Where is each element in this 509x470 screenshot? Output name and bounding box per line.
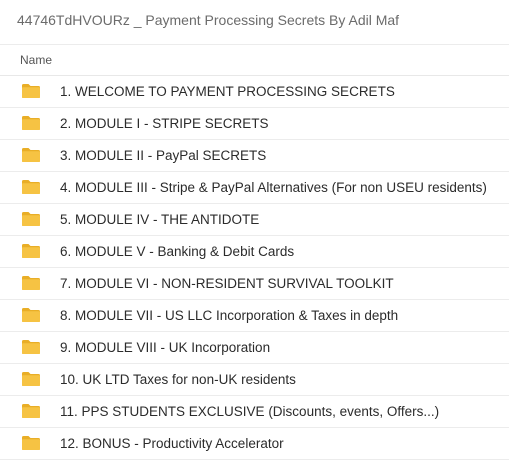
folder-name[interactable]: 3. MODULE II - PayPal SECRETS <box>60 140 266 171</box>
list-item[interactable]: 9. MODULE VIII - UK Incorporation <box>0 332 509 364</box>
list-item[interactable]: 2. MODULE I - STRIPE SECRETS <box>0 108 509 140</box>
folder-name[interactable]: 6. MODULE V - Banking & Debit Cards <box>60 236 294 267</box>
folder-icon <box>21 275 41 291</box>
folder-name[interactable]: 1. WELCOME TO PAYMENT PROCESSING SECRETS <box>60 76 395 107</box>
folder-icon <box>21 243 41 259</box>
list-item[interactable]: 1. WELCOME TO PAYMENT PROCESSING SECRETS <box>0 76 509 108</box>
folder-icon <box>21 307 41 323</box>
folder-icon <box>21 179 41 195</box>
list-item[interactable]: 11. PPS STUDENTS EXCLUSIVE (Discounts, e… <box>0 396 509 428</box>
list-header: Name <box>0 44 509 76</box>
folder-name[interactable]: 11. PPS STUDENTS EXCLUSIVE (Discounts, e… <box>60 396 439 427</box>
folder-icon <box>21 403 41 419</box>
folder-icon <box>21 371 41 387</box>
folder-name[interactable]: 10. UK LTD Taxes for non-UK residents <box>60 364 296 395</box>
column-header-name[interactable]: Name <box>20 45 52 76</box>
folder-name[interactable]: 7. MODULE VI - NON-RESIDENT SURVIVAL TOO… <box>60 268 394 299</box>
folder-name[interactable]: 2. MODULE I - STRIPE SECRETS <box>60 108 269 139</box>
folder-name[interactable]: 9. MODULE VIII - UK Incorporation <box>60 332 270 363</box>
breadcrumb: 44746TdHVOURz _ Payment Processing Secre… <box>17 12 400 28</box>
folder-icon <box>21 211 41 227</box>
folder-icon <box>21 83 41 99</box>
list-item[interactable]: 10. UK LTD Taxes for non-UK residents <box>0 364 509 396</box>
list-item[interactable]: 3. MODULE II - PayPal SECRETS <box>0 140 509 172</box>
list-item[interactable]: 8. MODULE VII - US LLC Incorporation & T… <box>0 300 509 332</box>
folder-name[interactable]: 8. MODULE VII - US LLC Incorporation & T… <box>60 300 398 331</box>
folder-icon <box>21 339 41 355</box>
folder-name[interactable]: 5. MODULE IV - THE ANTIDOTE <box>60 204 259 235</box>
list-item[interactable]: 12. BONUS - Productivity Accelerator <box>0 428 509 460</box>
list-item[interactable]: 7. MODULE VI - NON-RESIDENT SURVIVAL TOO… <box>0 268 509 300</box>
list-item[interactable]: 5. MODULE IV - THE ANTIDOTE <box>0 204 509 236</box>
folder-icon <box>21 435 41 451</box>
folder-name[interactable]: 4. MODULE III - Stripe & PayPal Alternat… <box>60 172 487 203</box>
file-list: 1. WELCOME TO PAYMENT PROCESSING SECRETS… <box>0 76 509 460</box>
folder-name[interactable]: 12. BONUS - Productivity Accelerator <box>60 428 284 459</box>
folder-icon <box>21 147 41 163</box>
list-item[interactable]: 4. MODULE III - Stripe & PayPal Alternat… <box>0 172 509 204</box>
folder-icon <box>21 115 41 131</box>
list-item[interactable]: 6. MODULE V - Banking & Debit Cards <box>0 236 509 268</box>
